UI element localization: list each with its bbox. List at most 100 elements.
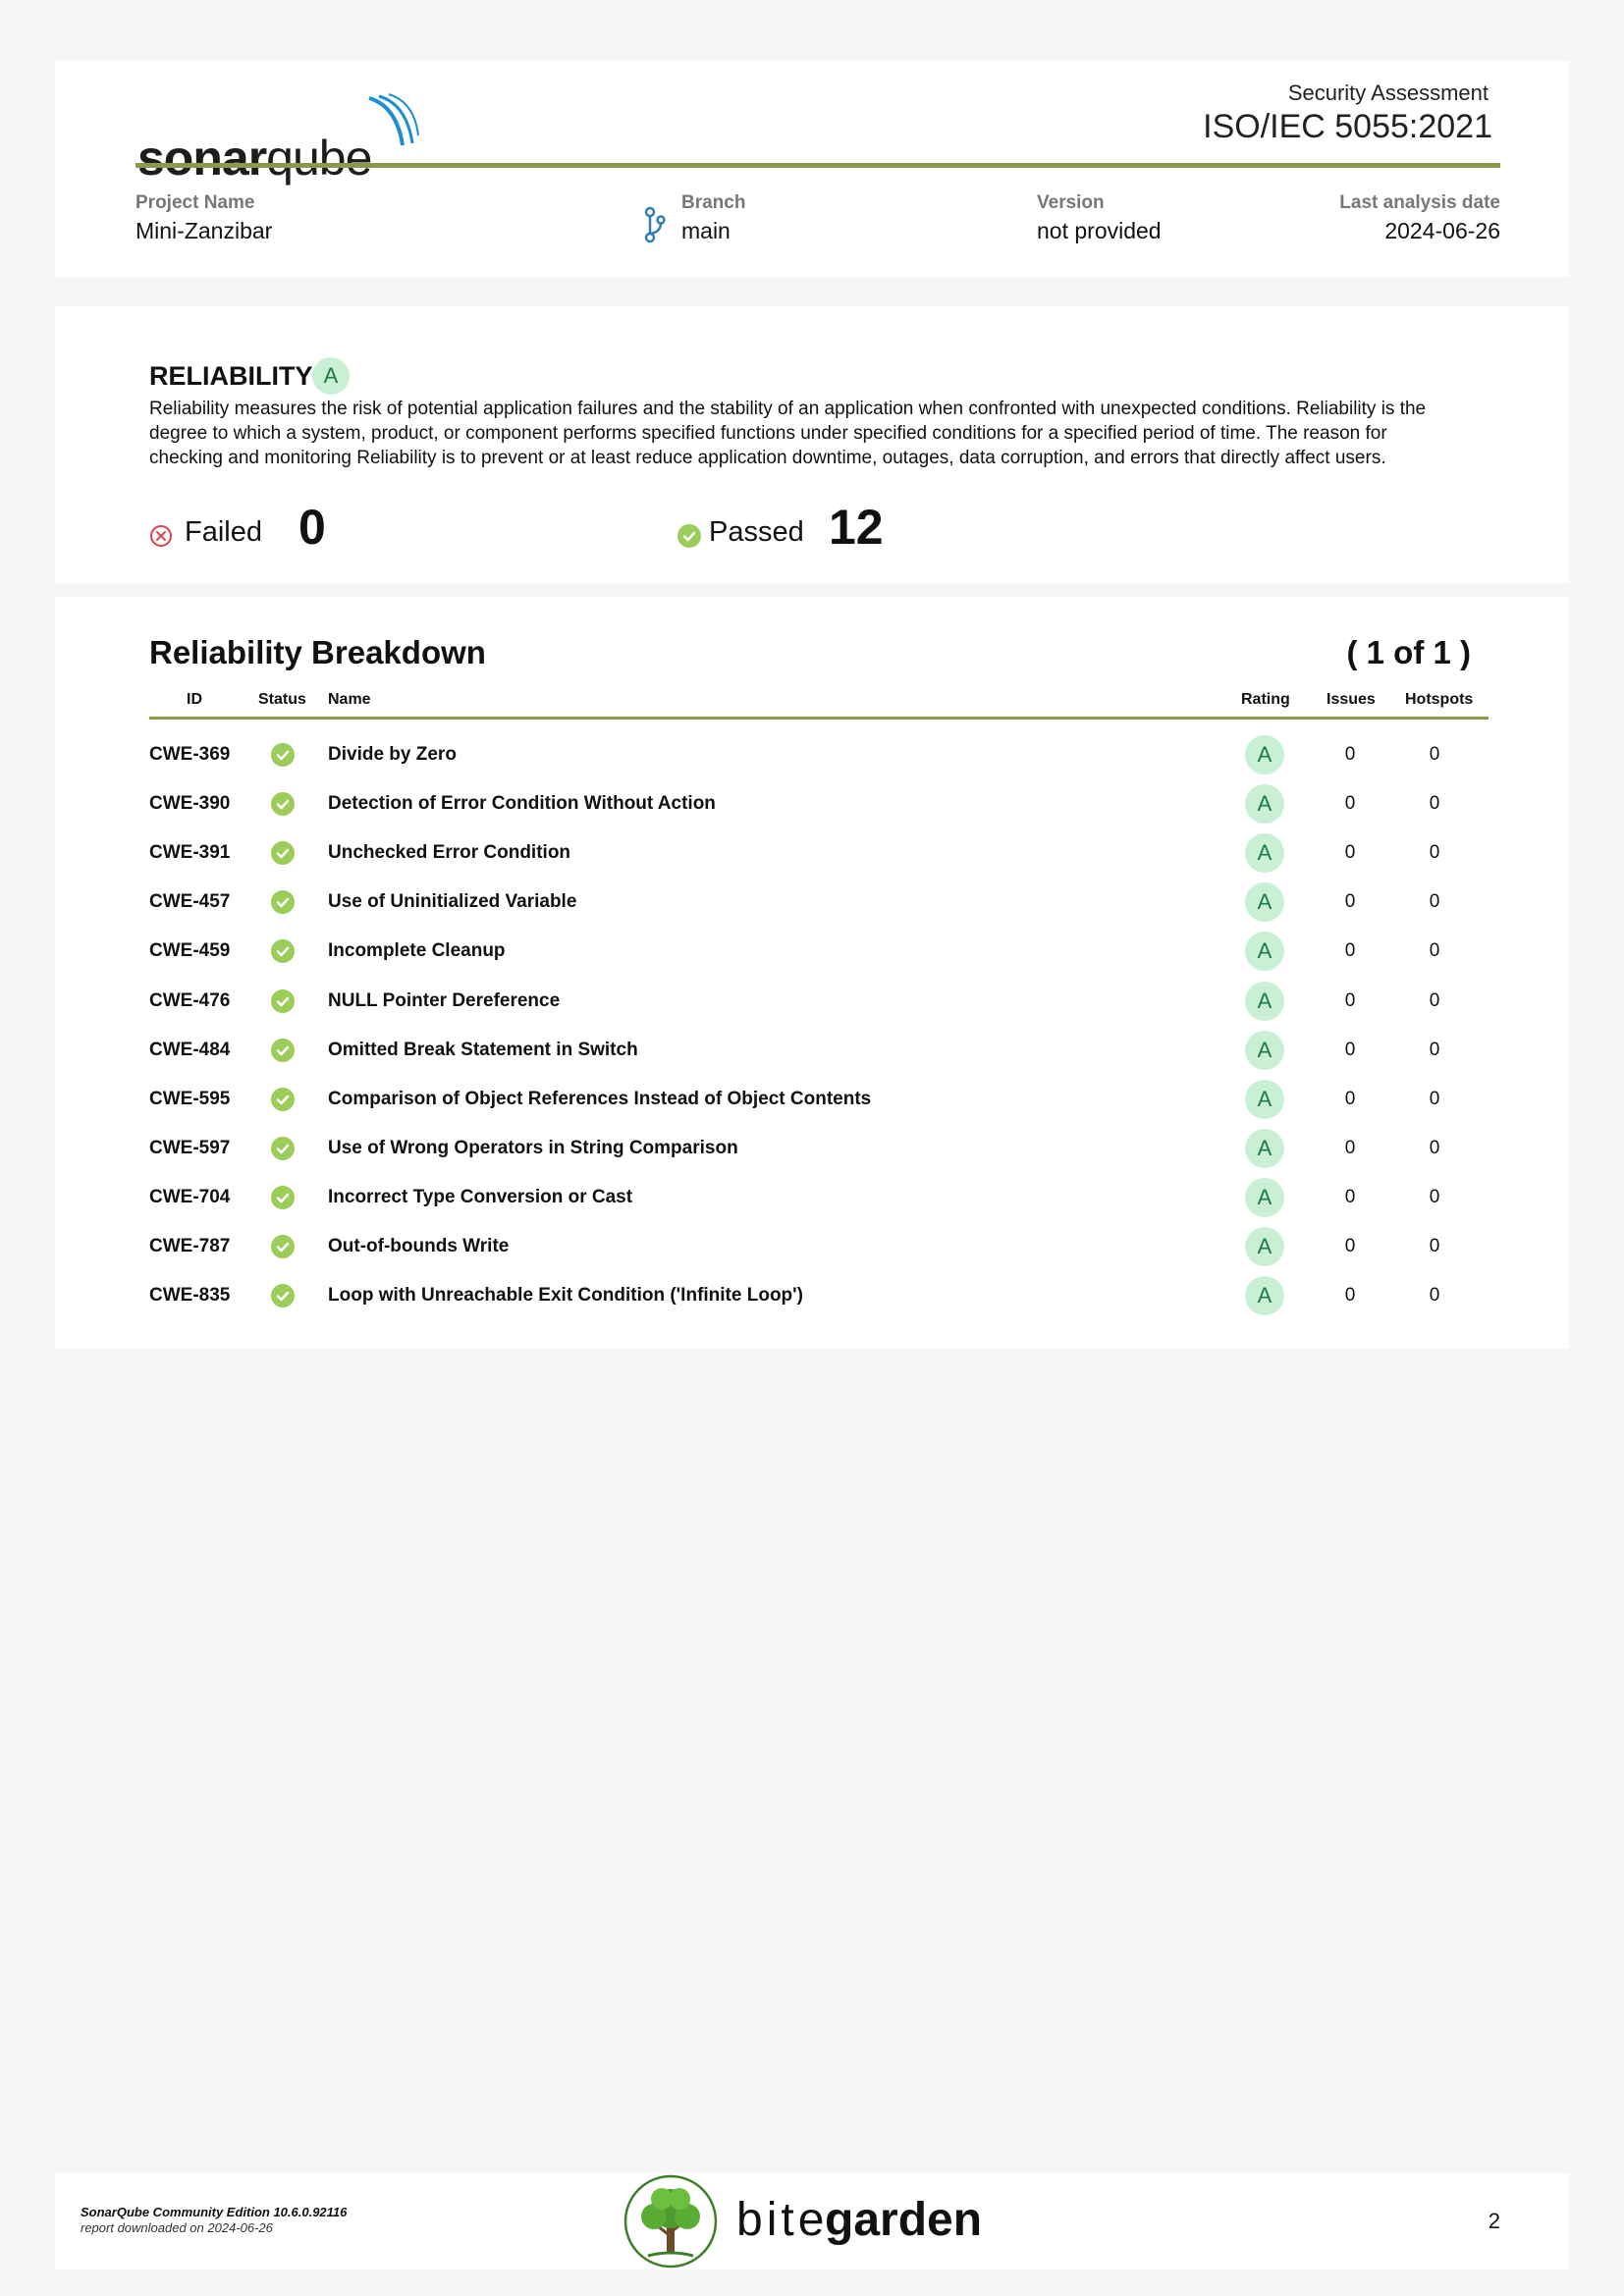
cwe-id: CWE-459 (149, 940, 231, 962)
cwe-id: CWE-390 (149, 793, 231, 815)
check-circle-icon (271, 1284, 295, 1308)
passed-label: Passed (709, 516, 804, 548)
hotspots-count: 0 (1429, 891, 1440, 913)
check-circle-icon (271, 988, 295, 1013)
table-row: CWE-457 Use of Uninitialized Variable A 0 0 (55, 878, 1569, 927)
rating-badge: A (1245, 735, 1284, 774)
page-indicator: ( 1 of 1 ) (1346, 634, 1471, 670)
table-header-divider (149, 717, 1489, 720)
brand-text-light: bite (736, 2194, 829, 2246)
failed-label: Failed (185, 516, 262, 548)
hotspots-count: 0 (1429, 1088, 1440, 1109)
table-row: CWE-476 NULL Pointer Dereference A 0 0 (55, 977, 1569, 1026)
table-row: CWE-597 Use of Wrong Operators in String … (55, 1124, 1569, 1173)
check-circle-icon (271, 1185, 295, 1209)
cwe-id: CWE-787 (149, 1236, 231, 1256)
report-header: sonarqube Security Assessment ISO/IEC 50… (55, 61, 1569, 277)
reliability-rating-badge: A (312, 357, 350, 395)
cwe-id: CWE-595 (149, 1088, 231, 1109)
table-row: CWE-704 Incorrect Type Conversion or Cast… (55, 1173, 1569, 1222)
reliability-description: Reliability measures the risk of potenti… (149, 399, 1427, 468)
passed-count: 12 (829, 500, 884, 555)
hotspots-count: 0 (1429, 1039, 1440, 1060)
table-row: CWE-391 Unchecked Error Condition A 0 0 (55, 828, 1569, 878)
tree-logo-icon (623, 2174, 718, 2269)
check-circle-icon (271, 1136, 295, 1160)
check-circle-icon (677, 524, 701, 548)
column-header-hotspots: Hotspots (1405, 691, 1474, 708)
column-header-rating: Rating (1241, 691, 1290, 708)
rating-badge: A (1245, 1079, 1284, 1119)
cwe-name: Incorrect Type Conversion or Cast (328, 1186, 633, 1207)
standard-label: ISO/IEC 5055:2021 (1203, 108, 1492, 145)
cwe-id: CWE-704 (149, 1186, 231, 1207)
reliability-breakdown: Reliability Breakdown ( 1 of 1 ) ID Stat… (55, 597, 1569, 1349)
sonarqube-logo: sonarqube (137, 86, 422, 186)
check-circle-icon (271, 841, 295, 866)
column-header-status: Status (258, 691, 306, 708)
cwe-name: Use of Wrong Operators in String Compari… (328, 1137, 738, 1158)
git-branch-icon (644, 206, 666, 243)
rating-badge: A (1245, 882, 1284, 923)
rating-badge: A (1245, 932, 1284, 972)
rating-badge: A (1245, 1128, 1284, 1168)
version-field: Version not provided (1037, 192, 1162, 244)
table-row: CWE-835 Loop with Unreachable Exit Condit… (55, 1271, 1569, 1320)
cwe-name: Out-of-bounds Write (328, 1236, 510, 1256)
check-circle-icon (271, 792, 295, 817)
hotspots-count: 0 (1429, 793, 1440, 815)
check-circle-icon (271, 1087, 295, 1111)
hotspots-count: 0 (1429, 940, 1440, 962)
hotspots-count: 0 (1429, 842, 1440, 864)
column-header-name: Name (328, 691, 371, 708)
check-circle-icon (271, 743, 295, 767)
cwe-id: CWE-835 (149, 1285, 231, 1307)
project-name-label: Project Name (135, 192, 255, 213)
assessment-label: Security Assessment (1287, 80, 1489, 105)
issues-count: 0 (1344, 989, 1356, 1011)
rating-badge: A (1245, 784, 1284, 825)
breakdown-title: Reliability Breakdown (149, 634, 486, 670)
cwe-id: CWE-476 (149, 989, 231, 1011)
rating-badge: A (1245, 1276, 1284, 1316)
cwe-name: Use of Uninitialized Variable (328, 891, 577, 913)
reliability-title: RELIABILITY (149, 361, 313, 391)
project-name-value: Mini-Zanzibar (135, 218, 273, 243)
hotspots-count: 0 (1429, 744, 1440, 765)
issues-count: 0 (1344, 1285, 1356, 1307)
cwe-name: Loop with Unreachable Exit Condition ('I… (328, 1285, 803, 1307)
cwe-name: Detection of Error Condition Without Act… (328, 793, 716, 815)
cwe-id: CWE-369 (149, 744, 231, 765)
x-circle-icon (150, 525, 172, 547)
last-analysis-value: 2024-06-26 (1384, 218, 1500, 243)
issues-count: 0 (1344, 1088, 1356, 1109)
check-circle-icon (271, 1038, 295, 1062)
table-row: CWE-369 Divide by Zero A 0 0 (55, 730, 1569, 779)
table-row: CWE-390 Detection of Error Condition With… (55, 779, 1569, 828)
cwe-name: Divide by Zero (328, 744, 457, 765)
cwe-id: CWE-391 (149, 842, 231, 864)
branch-field: Branch main (681, 192, 745, 244)
logo-text-light: qube (266, 131, 372, 186)
table-row: CWE-484 Omitted Break Statement in Switch… (55, 1026, 1569, 1075)
sonar-waves-icon (368, 93, 419, 146)
issues-count: 0 (1344, 793, 1356, 815)
column-header-issues: Issues (1326, 691, 1376, 708)
check-circle-icon (271, 890, 295, 915)
issues-count: 0 (1344, 891, 1356, 913)
branch-label: Branch (681, 192, 746, 213)
table-row: CWE-459 Incomplete Cleanup A 0 0 (55, 927, 1569, 976)
issues-count: 0 (1344, 1039, 1356, 1060)
failed-count: 0 (298, 500, 326, 555)
issues-count: 0 (1344, 744, 1356, 765)
cwe-id: CWE-457 (149, 891, 231, 913)
cwe-id: CWE-484 (149, 1039, 231, 1060)
rating-badge: A (1245, 1177, 1284, 1217)
cwe-name: Comparison of Object References Instead … (328, 1088, 872, 1109)
cwe-name: Omitted Break Statement in Switch (328, 1039, 638, 1060)
issues-count: 0 (1344, 940, 1356, 962)
report-footer: SonarQube Community Edition 10.6.0.92116… (55, 2173, 1569, 2269)
check-circle-icon (271, 1235, 295, 1258)
brand-text-bold: garden (825, 2194, 983, 2246)
hotspots-count: 0 (1429, 1137, 1440, 1158)
